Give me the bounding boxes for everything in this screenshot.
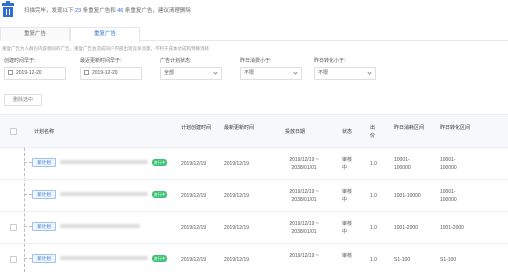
status-badge: 进行中: [152, 255, 167, 262]
status-text: 审核中: [342, 157, 353, 171]
spend-less-than-label: 昨日消费小于:: [240, 58, 272, 64]
spend-range: 10001-100000: [394, 157, 411, 171]
delivery-dates: 2019/12/19 ~: [289, 253, 319, 259]
col-price: 出价: [370, 125, 376, 139]
plan-tag: 新计划: [32, 190, 56, 199]
status-text: 审核中: [342, 221, 353, 235]
spend-range: 1001-10000: [394, 193, 421, 199]
scan-summary: 扫描完毕，发现以下 23 条重复广告和 46 条重复广告，建议清理删除: [24, 8, 191, 14]
tree-branch: [24, 194, 32, 195]
col-spend-range: 昨日消耗区间: [394, 125, 425, 131]
trash-icon: [2, 1, 14, 17]
updated-time: 2019/12/19: [224, 161, 250, 167]
table-row[interactable]: 新计划 进行中 2019/12/19 2019/12/19 2019/12/19…: [0, 180, 508, 212]
price: 1.0: [370, 225, 377, 231]
price: 1.0: [370, 193, 377, 199]
spend-less-than-select[interactable]: 不限: [240, 67, 302, 80]
created-time: 2019/12/19: [181, 257, 207, 263]
tree-branch: [24, 162, 32, 163]
plan-name-redacted[interactable]: [60, 192, 148, 196]
col-status: 状态: [342, 129, 353, 135]
col-delivery-dates: 投放日期: [285, 129, 306, 135]
created-before-label: 创建时间早于:: [4, 58, 36, 64]
updated-before-date-input[interactable]: 2019-12-20: [80, 67, 142, 80]
select-all-checkbox[interactable]: [10, 128, 17, 135]
updated-time: 2019/12/19: [224, 193, 250, 199]
status-text: 审核中: [342, 189, 353, 203]
calendar-icon: [8, 69, 13, 75]
conversion-range: 10001-100000: [440, 157, 457, 171]
chevron-down-icon: [293, 70, 298, 75]
table-row[interactable]: 新计划 进行中 2019/12/19 2019/12/19 2019/12/19…: [0, 148, 508, 180]
created-time: 2019/12/19: [181, 161, 207, 167]
delivery-dates: 2019/12/19 ~ 2038/01/01: [289, 189, 319, 203]
price: 1.0: [370, 161, 377, 167]
price: 1.0: [370, 257, 377, 263]
tree-branch: [24, 226, 32, 227]
col-plan-name: 计划名称: [34, 129, 55, 135]
chevron-down-icon: [367, 70, 372, 75]
table-row[interactable]: 新计划 进行中 2019/12/19 2019/12/19 2019/12/19…: [0, 244, 508, 272]
status-text: 审核: [342, 253, 353, 259]
col-updated-time: 最新更新时间: [224, 125, 255, 131]
tab-duplicate-ads[interactable]: 重复广告: [0, 27, 70, 41]
table-row[interactable]: 新计划 2019/12/19 2019/12/19 2019/12/19 ~ 2…: [0, 212, 508, 244]
conversion-range: 1001-2000: [440, 225, 464, 231]
table-header: 计划名称 计划创建时间 最新更新时间 投放日期 状态 出价 昨日消耗区间 昨日转…: [0, 114, 508, 148]
created-time: 2019/12/19: [181, 193, 207, 199]
spend-range: S1-100: [394, 257, 411, 263]
plan-status-select[interactable]: 全部: [160, 67, 222, 80]
plan-name-redacted[interactable]: [60, 160, 148, 164]
conversion-less-than-select[interactable]: 不限: [314, 67, 376, 80]
delete-selected-button[interactable]: 删除选中: [4, 94, 42, 106]
conversion-range: S1-100: [440, 257, 457, 263]
plan-name-redacted[interactable]: [60, 256, 148, 260]
row-checkbox[interactable]: [10, 224, 17, 231]
created-before-date-input[interactable]: 2019-12-20: [4, 67, 66, 80]
plan-tag: 新计划: [32, 254, 56, 263]
plan-name-redacted[interactable]: [60, 224, 140, 228]
tab-bar: 重复广告 重复广告: [0, 27, 508, 42]
delivery-dates: 2019/12/19 ~ 2038/01/01: [289, 221, 319, 235]
tab-duplicate-ads-active[interactable]: 重复广告: [70, 27, 140, 42]
calendar-icon: [84, 69, 89, 75]
col-conversion-range: 昨日转化区间: [440, 125, 471, 131]
spend-range: 1001-2000: [394, 225, 418, 231]
delivery-dates: 2019/12/19 ~ 2038/01/01: [289, 157, 319, 171]
updated-time: 2019/12/19: [224, 257, 250, 263]
row-checkbox[interactable]: [10, 256, 17, 263]
updated-time: 2019/12/19: [224, 225, 250, 231]
status-badge: 进行中: [152, 191, 167, 198]
col-created-time: 计划创建时间: [181, 125, 212, 131]
plan-status-label: 广告计划状态:: [160, 58, 192, 64]
updated-before-label: 最近更新时间早于:: [80, 58, 122, 64]
plan-tag: 新计划: [32, 222, 56, 231]
conversion-range: 10001-100000: [440, 189, 457, 203]
tab-description: 重复广告为人群包内容相同的广告，重复广告会造成同户内部出现竞争流量，不利于成本达…: [2, 46, 209, 51]
tree-branch: [24, 258, 32, 259]
status-badge: 进行中: [152, 159, 167, 166]
conversion-less-than-label: 昨日转化小于:: [314, 58, 346, 64]
chevron-down-icon: [213, 70, 218, 75]
plan-tag: 新计划: [32, 158, 56, 167]
scan-banner: 扫描完毕，发现以下 23 条重复广告和 46 条重复广告，建议清理删除: [0, 0, 508, 20]
created-time: 2019/12/19: [181, 225, 207, 231]
